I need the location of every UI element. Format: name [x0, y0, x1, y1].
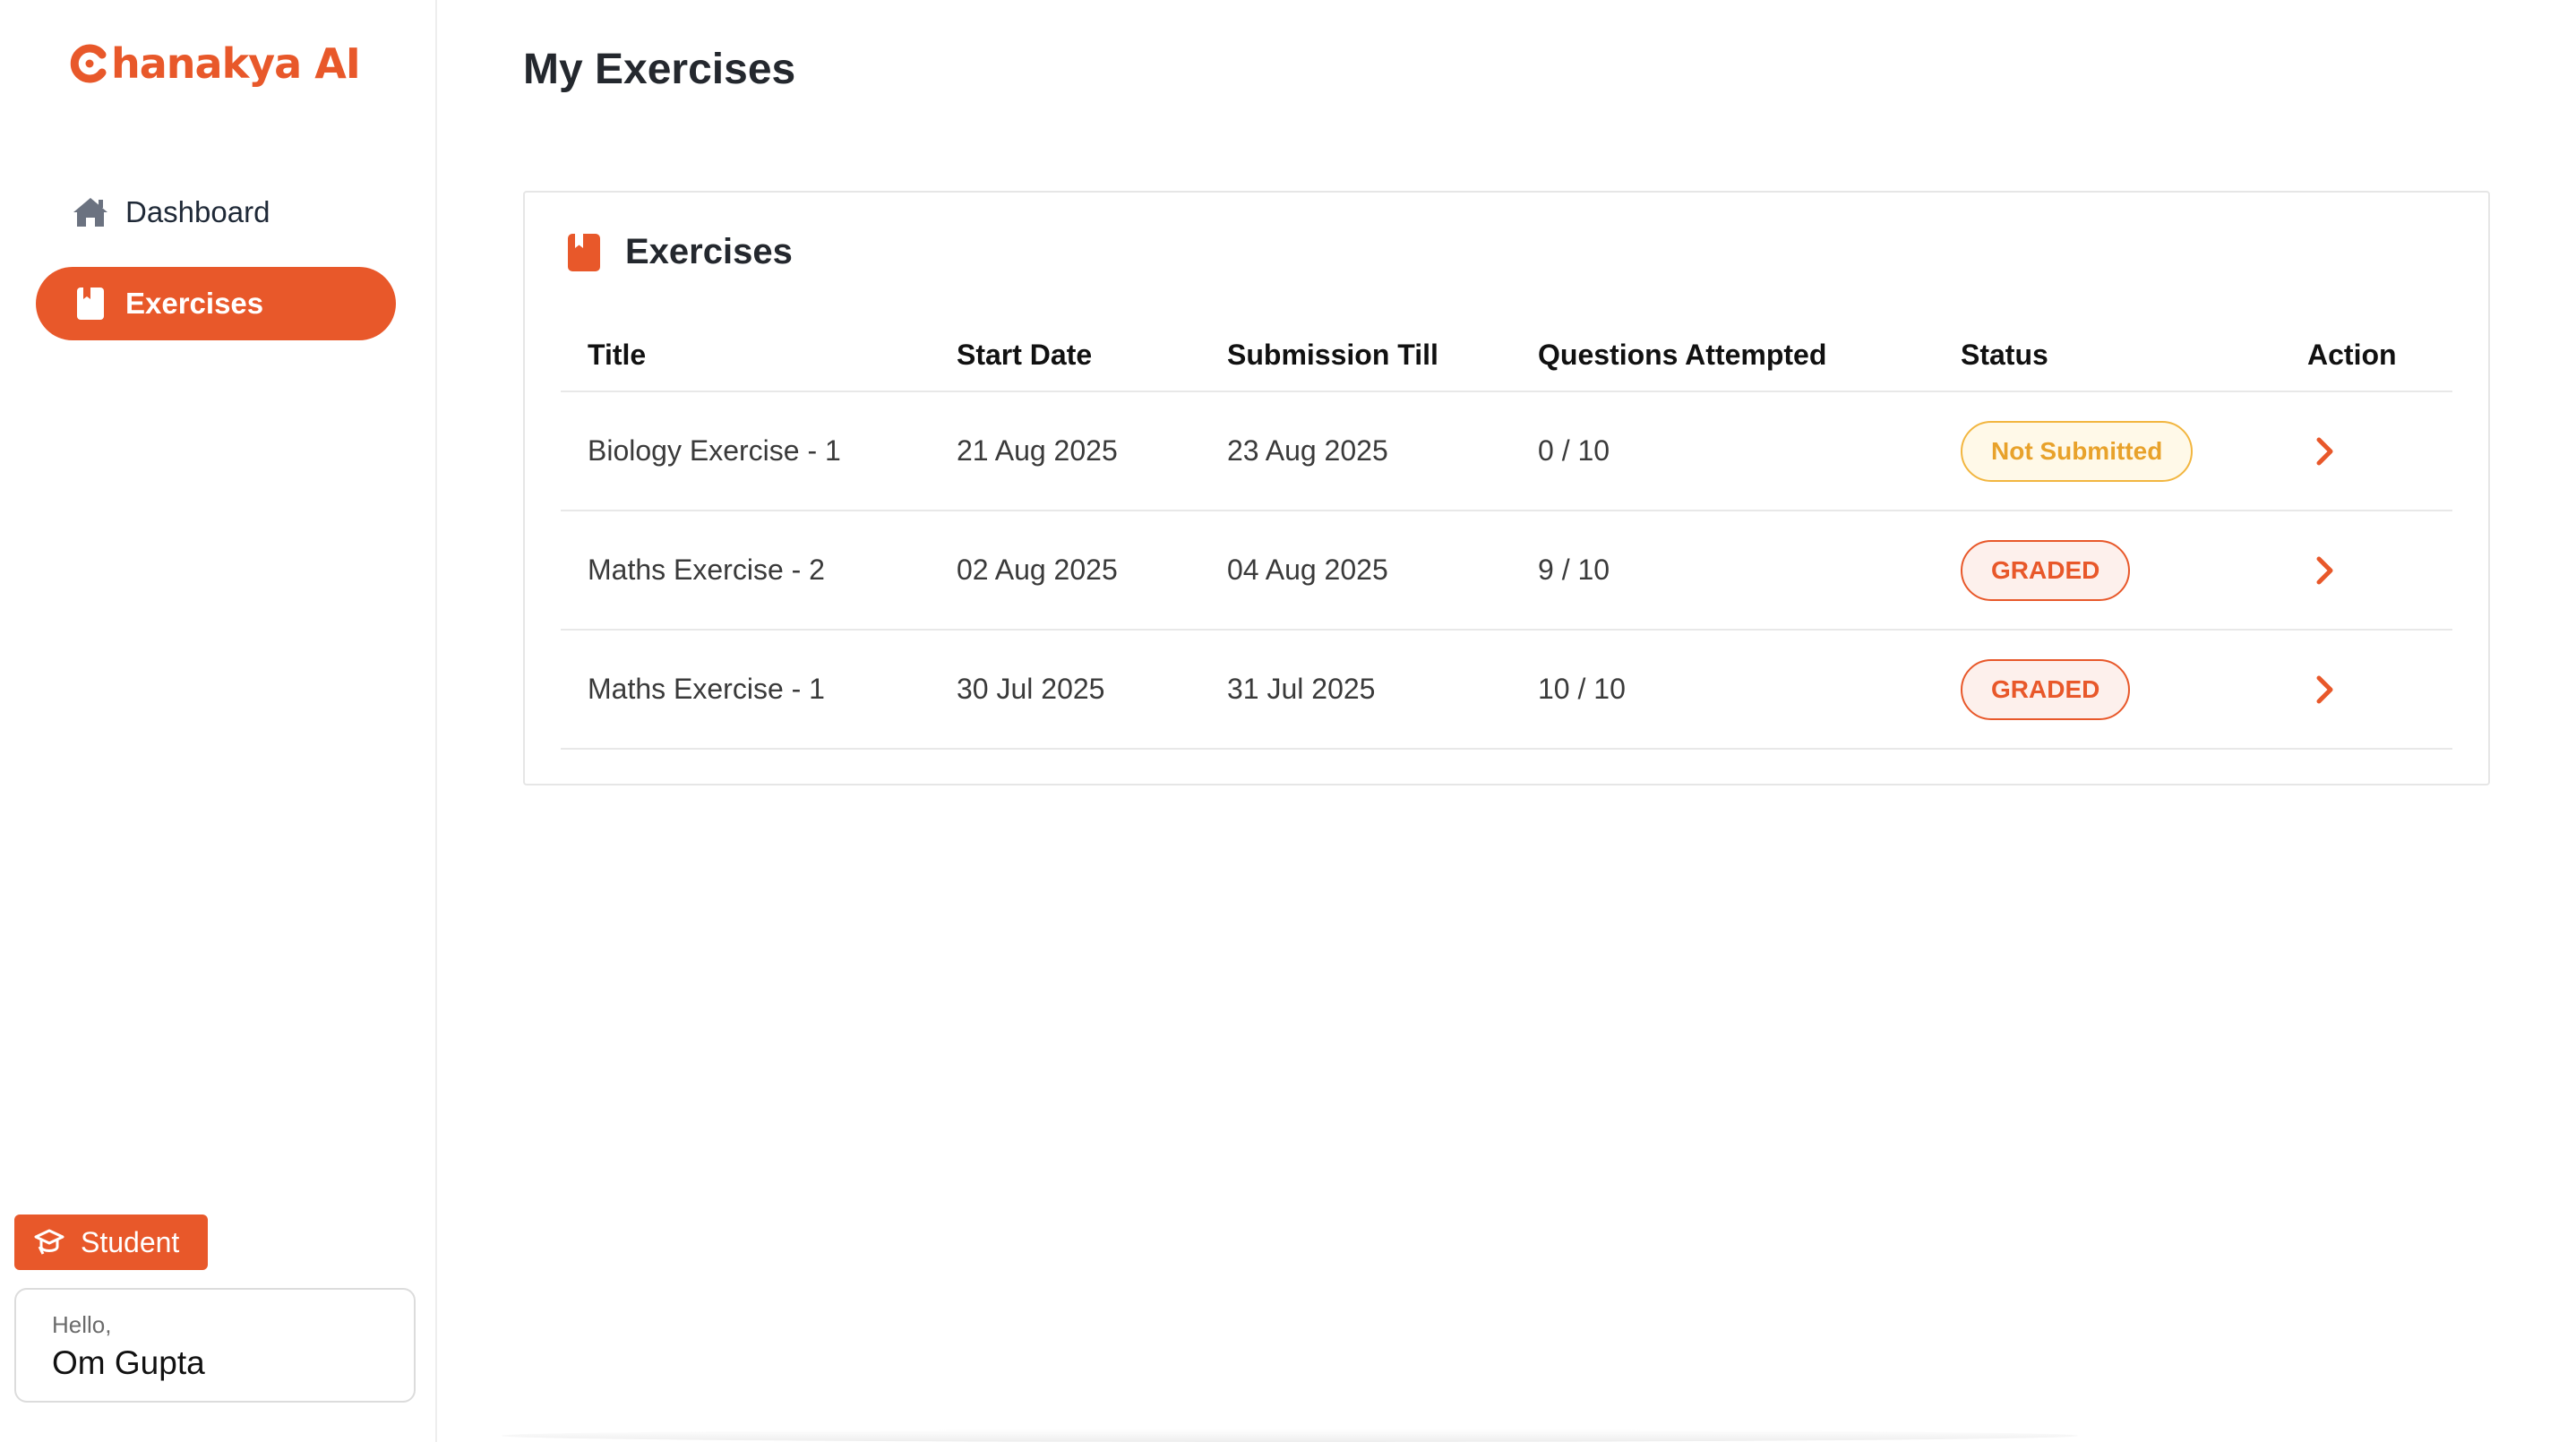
sidebar-item-label: Exercises [125, 287, 264, 320]
questions-attempted: 9 / 10 [1511, 511, 1934, 631]
user-card[interactable]: Hello, Om Gupta [14, 1288, 416, 1403]
table-row[interactable]: Maths Exercise - 2 02 Aug 2025 04 Aug 20… [561, 511, 2452, 631]
chevron-right-icon [2316, 437, 2333, 465]
table-row[interactable]: Biology Exercise - 1 21 Aug 2025 23 Aug … [561, 391, 2452, 511]
submission-date: 04 Aug 2025 [1200, 511, 1511, 631]
start-date: 30 Jul 2025 [930, 630, 1200, 750]
status-badge: GRADED [1961, 658, 2131, 720]
open-exercise-button[interactable] [2307, 667, 2343, 712]
action-cell [2280, 391, 2452, 511]
exercises-card: Exercises Title Start Date Submission Ti… [523, 191, 2490, 785]
sidebar: hanakya AI Dashboard Exercises Student H… [0, 0, 437, 1442]
column-header-submission-till: Submission Till [1200, 320, 1511, 392]
start-date: 02 Aug 2025 [930, 511, 1200, 631]
column-header-action: Action [2280, 320, 2452, 392]
book-icon [72, 285, 109, 322]
exercise-title: Biology Exercise - 1 [561, 391, 930, 511]
card-header: Exercises [568, 232, 793, 272]
submission-date: 23 Aug 2025 [1200, 391, 1511, 511]
column-header-title: Title [561, 320, 930, 392]
bottom-shadow [502, 1429, 2078, 1442]
logo-c-icon [70, 44, 107, 83]
open-exercise-button[interactable] [2307, 429, 2343, 474]
logo-text: hanakya AI [111, 39, 361, 88]
status-cell: GRADED [1934, 511, 2280, 631]
sidebar-item-dashboard[interactable]: Dashboard [36, 176, 396, 249]
page-title: My Exercises [523, 46, 796, 93]
start-date: 21 Aug 2025 [930, 391, 1200, 511]
card-title: Exercises [625, 232, 793, 271]
sidebar-item-exercises[interactable]: Exercises [36, 267, 396, 340]
chevron-right-icon [2316, 675, 2333, 703]
exercise-title: Maths Exercise - 2 [561, 511, 930, 631]
exercises-table: Title Start Date Submission Till Questio… [561, 320, 2452, 750]
home-icon [72, 193, 109, 231]
action-cell [2280, 511, 2452, 631]
column-header-start-date: Start Date [930, 320, 1200, 392]
exercise-title: Maths Exercise - 1 [561, 630, 930, 750]
open-exercise-button[interactable] [2307, 548, 2343, 593]
table-row[interactable]: Maths Exercise - 1 30 Jul 2025 31 Jul 20… [561, 630, 2452, 750]
role-badge: Student [14, 1215, 208, 1270]
chevron-right-icon [2316, 556, 2333, 584]
action-cell [2280, 630, 2452, 750]
status-badge: Not Submitted [1961, 420, 2194, 482]
table-header-row: Title Start Date Submission Till Questio… [561, 320, 2452, 392]
questions-attempted: 10 / 10 [1511, 630, 1934, 750]
column-header-status: Status [1934, 320, 2280, 392]
user-greeting: Hello, [52, 1311, 112, 1338]
graduation-cap-icon [34, 1229, 64, 1255]
questions-attempted: 0 / 10 [1511, 391, 1934, 511]
submission-date: 31 Jul 2025 [1200, 630, 1511, 750]
sidebar-item-label: Dashboard [125, 195, 270, 228]
status-cell: GRADED [1934, 630, 2280, 750]
status-cell: Not Submitted [1934, 391, 2280, 511]
app-root: hanakya AI Dashboard Exercises Student H… [0, 0, 2576, 1442]
column-header-questions-attempted: Questions Attempted [1511, 320, 1934, 392]
brand-logo[interactable]: hanakya AI [70, 39, 361, 88]
book-icon [568, 233, 600, 271]
role-label: Student [81, 1225, 180, 1258]
user-name: Om Gupta [52, 1344, 205, 1381]
status-badge: GRADED [1961, 539, 2131, 601]
